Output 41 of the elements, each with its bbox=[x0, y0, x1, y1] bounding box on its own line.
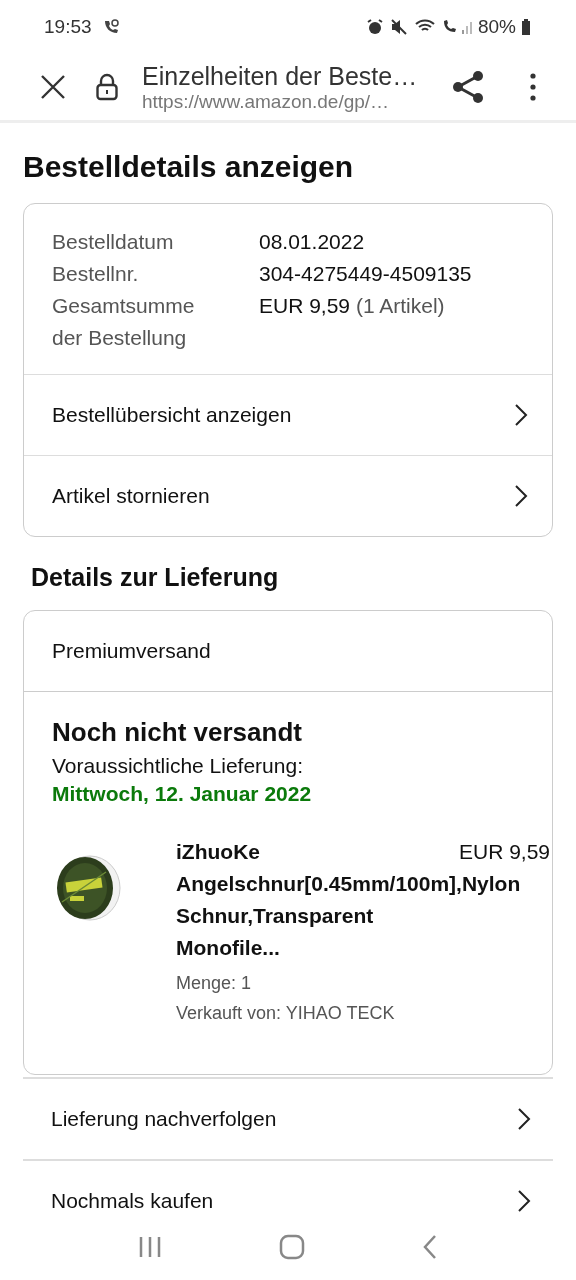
product-price: EUR 9,59 bbox=[458, 839, 550, 865]
chevron-icon bbox=[517, 1107, 531, 1131]
battery-level: 80% bbox=[477, 16, 516, 38]
clock: 19:53 bbox=[44, 16, 92, 38]
field-value: 08.01.2022 bbox=[259, 229, 365, 255]
field-label: Gesamtsumme der Bestellung bbox=[52, 293, 196, 351]
close-icon[interactable] bbox=[40, 74, 66, 100]
back-icon[interactable] bbox=[421, 1234, 438, 1260]
chevron-icon bbox=[514, 484, 528, 508]
product-title[interactable]: Angelschnur[0.45mm/100m],Nylon bbox=[176, 868, 521, 900]
quantity: Menge: 1 bbox=[176, 972, 253, 995]
home-icon[interactable] bbox=[279, 1234, 305, 1260]
section-heading: Details zur Lieferung bbox=[31, 563, 280, 592]
field-label: Bestelldatum bbox=[52, 229, 175, 255]
action-row[interactable]: Lieferung nachverfolgen bbox=[23, 1077, 553, 1159]
shipment-status: Noch nicht versandt bbox=[52, 716, 303, 748]
field-label: Bestellnr. bbox=[52, 261, 140, 287]
product-title[interactable]: iZhuoKe bbox=[176, 836, 260, 868]
chevron-icon bbox=[517, 1189, 531, 1213]
seller: Verkauft von: YIHAO TECK bbox=[176, 1002, 396, 1025]
chevron-icon bbox=[514, 403, 528, 427]
product-title[interactable]: Monofile... bbox=[176, 932, 280, 964]
share-icon[interactable] bbox=[452, 70, 484, 104]
link-row[interactable]: Bestellübersicht anzeigen bbox=[24, 375, 552, 455]
battery-icon bbox=[522, 19, 530, 35]
field-value: EUR 9,59 (1 Artikel) bbox=[259, 293, 445, 319]
page-url: https://www.amazon.de/gp/… bbox=[142, 90, 391, 113]
link-row[interactable]: Artikel stornieren bbox=[24, 455, 552, 536]
field-value: 304-4275449-4509135 bbox=[259, 261, 472, 287]
more-icon[interactable] bbox=[530, 73, 536, 101]
shipping-method: Premiumversand bbox=[24, 611, 552, 692]
lock-icon bbox=[96, 73, 118, 101]
mute-icon bbox=[389, 18, 408, 36]
recent-apps-icon[interactable] bbox=[138, 1235, 163, 1259]
delivery-label: Voraussichtliche Lieferung: bbox=[52, 754, 304, 778]
signal-icon bbox=[441, 18, 472, 36]
delivery-date: Mittwoch, 12. Januar 2022 bbox=[52, 782, 313, 806]
alarm-icon bbox=[365, 18, 384, 36]
product-title[interactable]: Schnur,Transparent bbox=[176, 900, 374, 932]
page-heading: Bestelldetails anzeigen bbox=[23, 149, 355, 185]
page-title: Einzelheiten der Beste… bbox=[142, 61, 419, 91]
